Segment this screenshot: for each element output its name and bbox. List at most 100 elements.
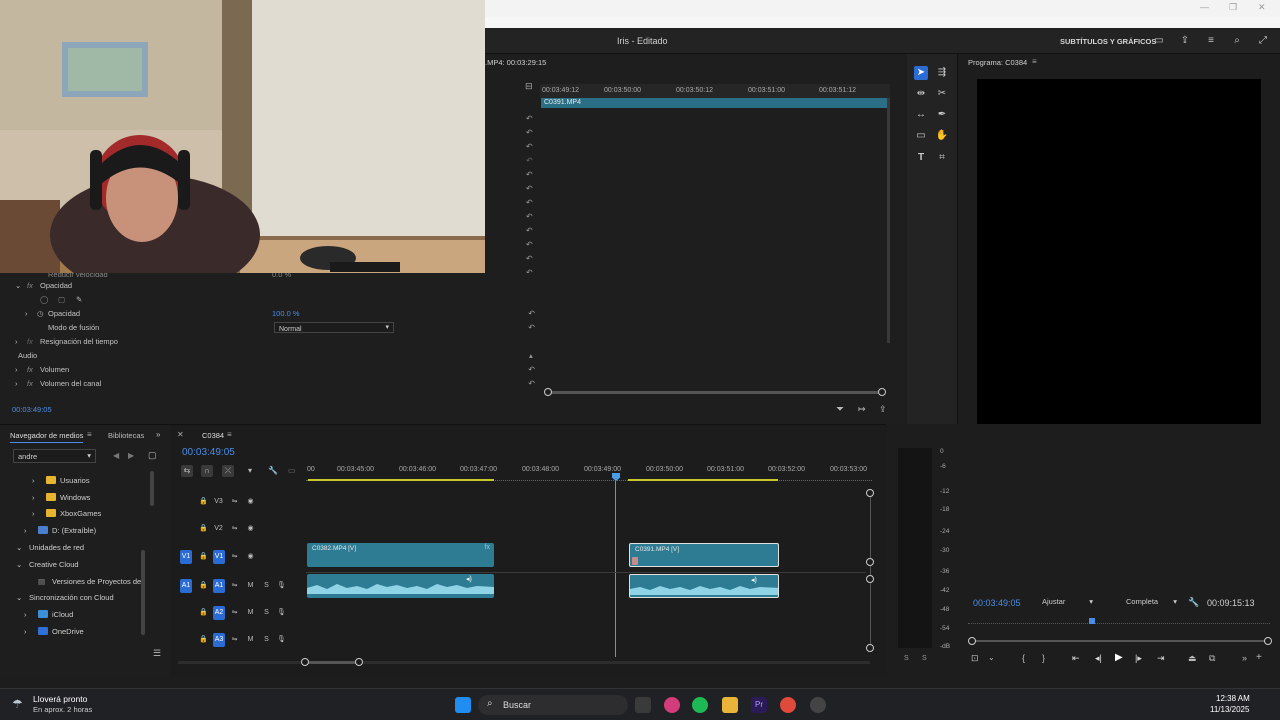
lock-icon[interactable]: 🔒: [198, 634, 209, 645]
chevron-right-icon[interactable]: ›: [15, 379, 18, 388]
program-timecode[interactable]: 00:03:49:05: [973, 598, 1021, 608]
lift-icon[interactable]: ⏏: [1188, 653, 1197, 664]
chevron-down-icon[interactable]: ⌄: [988, 653, 995, 662]
extract-icon[interactable]: ⧉: [1209, 653, 1215, 664]
overflow-icon[interactable]: »: [156, 430, 160, 439]
solo-button[interactable]: S: [261, 580, 272, 591]
list-item[interactable]: › Usuarios: [0, 472, 150, 488]
weather-title[interactable]: Lloverá pronto: [33, 694, 87, 704]
audio-clip-selected[interactable]: ◂): [629, 574, 779, 598]
source-patch[interactable]: A1: [180, 579, 192, 593]
stopwatch-icon[interactable]: ◷: [37, 309, 44, 318]
chevron-right-icon[interactable]: ›: [15, 365, 18, 374]
windows-start-icon[interactable]: [455, 697, 471, 713]
list-item[interactable]: › iCloud: [0, 606, 150, 622]
ec-scrollbar[interactable]: [887, 98, 890, 343]
ripple-edit-icon[interactable]: ⇹: [914, 87, 928, 101]
source-patch[interactable]: V1: [180, 550, 192, 564]
eye-icon[interactable]: ◉: [245, 551, 256, 562]
tab-sequence[interactable]: C0384: [202, 431, 224, 440]
caption-track-icon[interactable]: ▭: [288, 466, 296, 475]
tab-media-browser[interactable]: Navegador de medios: [10, 431, 84, 443]
nav-scrollbar[interactable]: [150, 471, 154, 506]
reset-icon[interactable]: ↶: [526, 240, 533, 249]
track-label[interactable]: A2: [213, 606, 225, 620]
share-icon[interactable]: ⇪: [879, 404, 887, 415]
zoom-handle-left[interactable]: [968, 637, 976, 645]
reset-icon[interactable]: ↶: [526, 170, 533, 179]
pen-mask-icon[interactable]: ✎: [76, 295, 82, 304]
zoom-handle-right[interactable]: [1264, 637, 1272, 645]
selection-tool-icon[interactable]: ➤: [914, 66, 928, 80]
close-button[interactable]: ✕: [1258, 2, 1266, 13]
play-icon[interactable]: ▶: [1115, 652, 1123, 663]
add-button-icon[interactable]: +: [1256, 652, 1262, 663]
minimize-button[interactable]: —: [1200, 2, 1209, 12]
meter-solo-right[interactable]: S: [922, 655, 927, 662]
lock-icon[interactable]: 🔒: [198, 551, 209, 562]
program-playhead[interactable]: [1089, 618, 1095, 624]
rect-mask-icon[interactable]: ▢: [58, 295, 65, 304]
sync-icon[interactable]: ⇋: [229, 496, 240, 507]
app-icon[interactable]: [810, 697, 826, 713]
list-item[interactable]: ▤ Versiones de Proyectos de: [0, 573, 150, 589]
solo-button[interactable]: S: [261, 634, 272, 645]
rectangle-icon[interactable]: ▭: [914, 129, 928, 143]
mark-out-icon[interactable]: }: [1042, 653, 1045, 663]
reset-icon[interactable]: ↶: [528, 365, 535, 374]
sync-icon[interactable]: ⇋: [229, 607, 240, 618]
reset-icon[interactable]: ↶: [526, 226, 533, 235]
v-scroll-handle[interactable]: [866, 558, 874, 566]
track-label[interactable]: V1: [213, 550, 225, 564]
ec-clip-bar[interactable]: C0391.MP4: [541, 98, 889, 108]
more-icon[interactable]: »: [1242, 653, 1247, 663]
menu-icon[interactable]: ≡: [1205, 35, 1217, 47]
lock-icon[interactable]: 🔒: [198, 523, 209, 534]
task-view-icon[interactable]: [635, 697, 651, 713]
clock-date[interactable]: 11/13/2025: [1210, 705, 1249, 714]
scroll-handle-right[interactable]: [878, 388, 886, 396]
timeline-ruler[interactable]: 00 00:03:45:00 00:03:46:00 00:03:47:00 0…: [306, 463, 872, 483]
fullscreen-icon[interactable]: ⤢: [1257, 35, 1269, 47]
captions-workspace-label[interactable]: SUBTÍTULOS Y GRÁFICOS: [1060, 37, 1156, 46]
reset-icon[interactable]: ↶: [528, 379, 535, 388]
export-icon[interactable]: ⇪: [1179, 35, 1191, 47]
reset-icon[interactable]: ↶: [526, 156, 533, 165]
v-scroll-handle[interactable]: [866, 575, 874, 583]
mute-button[interactable]: M: [245, 634, 256, 645]
caption-tool-icon[interactable]: ⌗: [935, 151, 949, 165]
chevron-right-icon[interactable]: ›: [25, 309, 28, 318]
wrench-icon[interactable]: 🔧: [1188, 597, 1199, 608]
video-clip[interactable]: C0382.MP4 [V] fx: [307, 543, 494, 567]
program-ruler[interactable]: [968, 616, 1270, 624]
nav-scrollbar-inner[interactable]: [141, 550, 145, 635]
clock-time[interactable]: 12:38 AM: [1216, 694, 1250, 703]
ec-row-time-remap[interactable]: › fx Resignación del tiempo: [0, 334, 540, 348]
close-icon[interactable]: ✕: [177, 430, 184, 439]
ec-ruler[interactable]: 00:03:49:12 00:03:50:00 00:03:50:12 00:0…: [540, 84, 890, 98]
h-scroll-handle-right[interactable]: [355, 658, 363, 666]
program-zoom-bar[interactable]: [972, 640, 1268, 642]
collapse-icon[interactable]: ▴: [529, 351, 533, 360]
list-item[interactable]: › XboxGames: [0, 505, 150, 521]
timeline-timecode[interactable]: 00:03:49:05: [182, 447, 235, 458]
video-clip-selected[interactable]: C0391.MP4 [V]: [629, 543, 779, 567]
sync-icon[interactable]: ⇋: [229, 523, 240, 534]
h-scroll-thumb[interactable]: [304, 661, 360, 664]
microphone-icon[interactable]: 🎙: [276, 580, 287, 591]
tab-libraries[interactable]: Bibliotecas: [108, 431, 144, 440]
export-frame-icon[interactable]: ↦: [858, 404, 866, 415]
nest-icon[interactable]: ⇆: [181, 465, 193, 477]
panel-menu-icon[interactable]: ≡: [1032, 57, 1037, 66]
snap-icon[interactable]: ∩: [201, 465, 213, 477]
list-item[interactable]: ⌄ Sincronización con Cloud: [0, 589, 150, 605]
chevron-down-icon[interactable]: ⌄: [15, 281, 21, 290]
mark-in-icon[interactable]: {: [1022, 653, 1025, 663]
blend-mode-select[interactable]: Normal ▾: [274, 322, 394, 333]
h-scroll-track[interactable]: [178, 661, 870, 664]
add-marker-icon[interactable]: ⊡: [971, 653, 979, 664]
ellipse-mask-icon[interactable]: ◯: [40, 295, 48, 304]
opacity-value[interactable]: 100.0 %: [272, 309, 300, 318]
reset-icon[interactable]: ↶: [528, 323, 535, 332]
pen-icon[interactable]: ✒: [935, 108, 949, 122]
